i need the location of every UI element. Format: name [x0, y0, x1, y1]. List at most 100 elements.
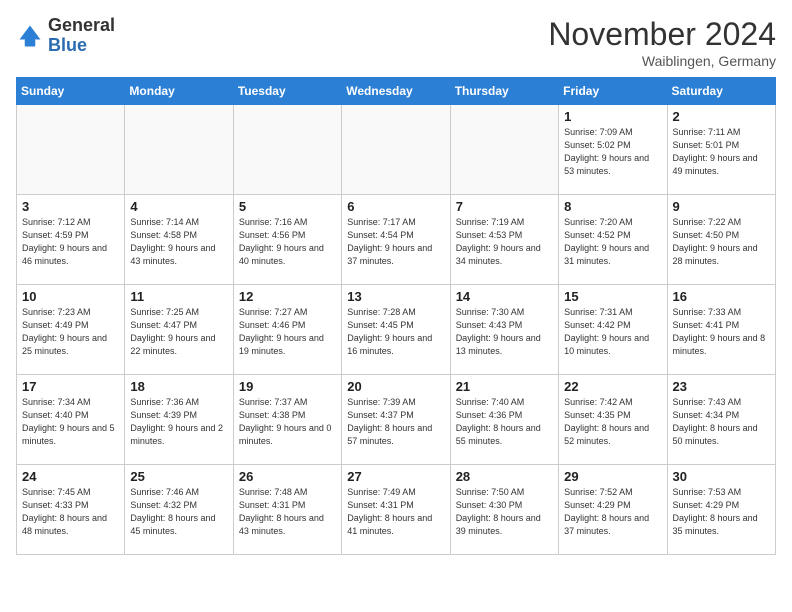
month-title: November 2024	[548, 16, 776, 53]
day-info: Sunrise: 7:16 AM Sunset: 4:56 PM Dayligh…	[239, 216, 336, 268]
day-number: 25	[130, 469, 227, 484]
calendar-cell: 28 Sunrise: 7:50 AM Sunset: 4:30 PM Dayli…	[450, 465, 558, 555]
calendar-cell: 27Sunrise: 7:49 AM Sunset: 4:31 PM Dayli…	[342, 465, 450, 555]
day-info: Sunrise: 7:17 AM Sunset: 4:54 PM Dayligh…	[347, 216, 444, 268]
calendar-cell	[125, 105, 233, 195]
weekday-header-cell: Wednesday	[342, 78, 450, 105]
day-info: Sunrise: 7:25 AM Sunset: 4:47 PM Dayligh…	[130, 306, 227, 358]
day-number: 6	[347, 199, 444, 214]
day-number: 17	[22, 379, 119, 394]
day-info: Sunrise: 7:34 AM Sunset: 4:40 PM Dayligh…	[22, 396, 119, 448]
day-info: Sunrise: 7:31 AM Sunset: 4:42 PM Dayligh…	[564, 306, 661, 358]
calendar-cell: 17 Sunrise: 7:34 AM Sunset: 4:40 PM Dayli…	[17, 375, 125, 465]
calendar-cell: 4 Sunrise: 7:14 AM Sunset: 4:58 PM Daylig…	[125, 195, 233, 285]
day-number: 21	[456, 379, 553, 394]
calendar-cell: 18 Sunrise: 7:36 AM Sunset: 4:39 PM Dayli…	[125, 375, 233, 465]
weekday-header-cell: Monday	[125, 78, 233, 105]
day-number: 14	[456, 289, 553, 304]
day-info: Sunrise: 7:49 AM Sunset: 4:31 PM Dayligh…	[347, 486, 444, 538]
day-number: 12	[239, 289, 336, 304]
calendar-cell: 30 Sunrise: 7:53 AM Sunset: 4:29 PM Dayli…	[667, 465, 775, 555]
day-info: Sunrise: 7:50 AM Sunset: 4:30 PM Dayligh…	[456, 486, 553, 538]
day-number: 24	[22, 469, 119, 484]
calendar-cell: 24 Sunrise: 7:45 AM Sunset: 4:33 PM Dayli…	[17, 465, 125, 555]
day-info: Sunrise: 7:43 AM Sunset: 4:34 PM Dayligh…	[673, 396, 770, 448]
calendar-cell: 22 Sunrise: 7:42 AM Sunset: 4:35 PM Dayli…	[559, 375, 667, 465]
calendar-week-row: 10 Sunrise: 7:23 AM Sunset: 4:49 PM Dayli…	[17, 285, 776, 375]
day-number: 8	[564, 199, 661, 214]
day-info: Sunrise: 7:39 AM Sunset: 4:37 PM Dayligh…	[347, 396, 444, 448]
title-block: November 2024 Waiblingen, Germany	[548, 16, 776, 69]
day-info: Sunrise: 7:11 AM Sunset: 5:01 PM Dayligh…	[673, 126, 770, 178]
day-number: 19	[239, 379, 336, 394]
calendar-cell: 12 Sunrise: 7:27 AM Sunset: 4:46 PM Dayli…	[233, 285, 341, 375]
day-number: 28	[456, 469, 553, 484]
location-subtitle: Waiblingen, Germany	[548, 53, 776, 69]
day-info: Sunrise: 7:14 AM Sunset: 4:58 PM Dayligh…	[130, 216, 227, 268]
day-info: Sunrise: 7:33 AM Sunset: 4:41 PM Dayligh…	[673, 306, 770, 358]
day-info: Sunrise: 7:52 AM Sunset: 4:29 PM Dayligh…	[564, 486, 661, 538]
day-number: 11	[130, 289, 227, 304]
day-number: 15	[564, 289, 661, 304]
calendar-cell: 14 Sunrise: 7:30 AM Sunset: 4:43 PM Dayli…	[450, 285, 558, 375]
day-number: 13	[347, 289, 444, 304]
logo-general-text: General	[48, 15, 115, 35]
day-info: Sunrise: 7:27 AM Sunset: 4:46 PM Dayligh…	[239, 306, 336, 358]
calendar-cell: 20 Sunrise: 7:39 AM Sunset: 4:37 PM Dayli…	[342, 375, 450, 465]
day-info: Sunrise: 7:46 AM Sunset: 4:32 PM Dayligh…	[130, 486, 227, 538]
day-number: 7	[456, 199, 553, 214]
day-number: 4	[130, 199, 227, 214]
calendar-cell: 11 Sunrise: 7:25 AM Sunset: 4:47 PM Dayli…	[125, 285, 233, 375]
day-info: Sunrise: 7:36 AM Sunset: 4:39 PM Dayligh…	[130, 396, 227, 448]
calendar-cell: 2 Sunrise: 7:11 AM Sunset: 5:01 PM Daylig…	[667, 105, 775, 195]
calendar-cell	[233, 105, 341, 195]
day-number: 2	[673, 109, 770, 124]
calendar-cell: 10 Sunrise: 7:23 AM Sunset: 4:49 PM Dayli…	[17, 285, 125, 375]
day-number: 9	[673, 199, 770, 214]
weekday-header-row: SundayMondayTuesdayWednesdayThursdayFrid…	[17, 78, 776, 105]
calendar-cell	[17, 105, 125, 195]
day-info: Sunrise: 7:40 AM Sunset: 4:36 PM Dayligh…	[456, 396, 553, 448]
calendar-cell: 21 Sunrise: 7:40 AM Sunset: 4:36 PM Dayli…	[450, 375, 558, 465]
day-number: 16	[673, 289, 770, 304]
calendar-cell: 16 Sunrise: 7:33 AM Sunset: 4:41 PM Dayli…	[667, 285, 775, 375]
day-number: 22	[564, 379, 661, 394]
day-info: Sunrise: 7:09 AM Sunset: 5:02 PM Dayligh…	[564, 126, 661, 178]
calendar-cell: 29 Sunrise: 7:52 AM Sunset: 4:29 PM Dayli…	[559, 465, 667, 555]
calendar-cell: 9 Sunrise: 7:22 AM Sunset: 4:50 PM Daylig…	[667, 195, 775, 285]
day-number: 10	[22, 289, 119, 304]
day-number: 26	[239, 469, 336, 484]
day-info: Sunrise: 7:30 AM Sunset: 4:43 PM Dayligh…	[456, 306, 553, 358]
logo-icon	[16, 22, 44, 50]
day-number: 3	[22, 199, 119, 214]
day-number: 20	[347, 379, 444, 394]
day-info: Sunrise: 7:19 AM Sunset: 4:53 PM Dayligh…	[456, 216, 553, 268]
logo: General Blue	[16, 16, 115, 56]
day-number: 1	[564, 109, 661, 124]
calendar-week-row: 3 Sunrise: 7:12 AM Sunset: 4:59 PM Daylig…	[17, 195, 776, 285]
calendar-week-row: 1 Sunrise: 7:09 AM Sunset: 5:02 PM Daylig…	[17, 105, 776, 195]
day-info: Sunrise: 7:48 AM Sunset: 4:31 PM Dayligh…	[239, 486, 336, 538]
day-number: 29	[564, 469, 661, 484]
day-info: Sunrise: 7:22 AM Sunset: 4:50 PM Dayligh…	[673, 216, 770, 268]
day-info: Sunrise: 7:53 AM Sunset: 4:29 PM Dayligh…	[673, 486, 770, 538]
weekday-header-cell: Thursday	[450, 78, 558, 105]
day-info: Sunrise: 7:12 AM Sunset: 4:59 PM Dayligh…	[22, 216, 119, 268]
day-info: Sunrise: 7:20 AM Sunset: 4:52 PM Dayligh…	[564, 216, 661, 268]
calendar-cell: 23Sunrise: 7:43 AM Sunset: 4:34 PM Dayli…	[667, 375, 775, 465]
weekday-header-cell: Sunday	[17, 78, 125, 105]
calendar-cell: 1 Sunrise: 7:09 AM Sunset: 5:02 PM Daylig…	[559, 105, 667, 195]
day-info: Sunrise: 7:45 AM Sunset: 4:33 PM Dayligh…	[22, 486, 119, 538]
day-info: Sunrise: 7:23 AM Sunset: 4:49 PM Dayligh…	[22, 306, 119, 358]
day-number: 18	[130, 379, 227, 394]
calendar-cell	[450, 105, 558, 195]
weekday-header-cell: Saturday	[667, 78, 775, 105]
day-info: Sunrise: 7:42 AM Sunset: 4:35 PM Dayligh…	[564, 396, 661, 448]
day-number: 30	[673, 469, 770, 484]
calendar-cell: 19Sunrise: 7:37 AM Sunset: 4:38 PM Dayli…	[233, 375, 341, 465]
calendar-cell	[342, 105, 450, 195]
calendar-cell: 25 Sunrise: 7:46 AM Sunset: 4:32 PM Dayli…	[125, 465, 233, 555]
calendar-cell: 13Sunrise: 7:28 AM Sunset: 4:45 PM Dayli…	[342, 285, 450, 375]
page-header: General Blue November 2024 Waiblingen, G…	[16, 16, 776, 69]
calendar-cell: 26 Sunrise: 7:48 AM Sunset: 4:31 PM Dayli…	[233, 465, 341, 555]
